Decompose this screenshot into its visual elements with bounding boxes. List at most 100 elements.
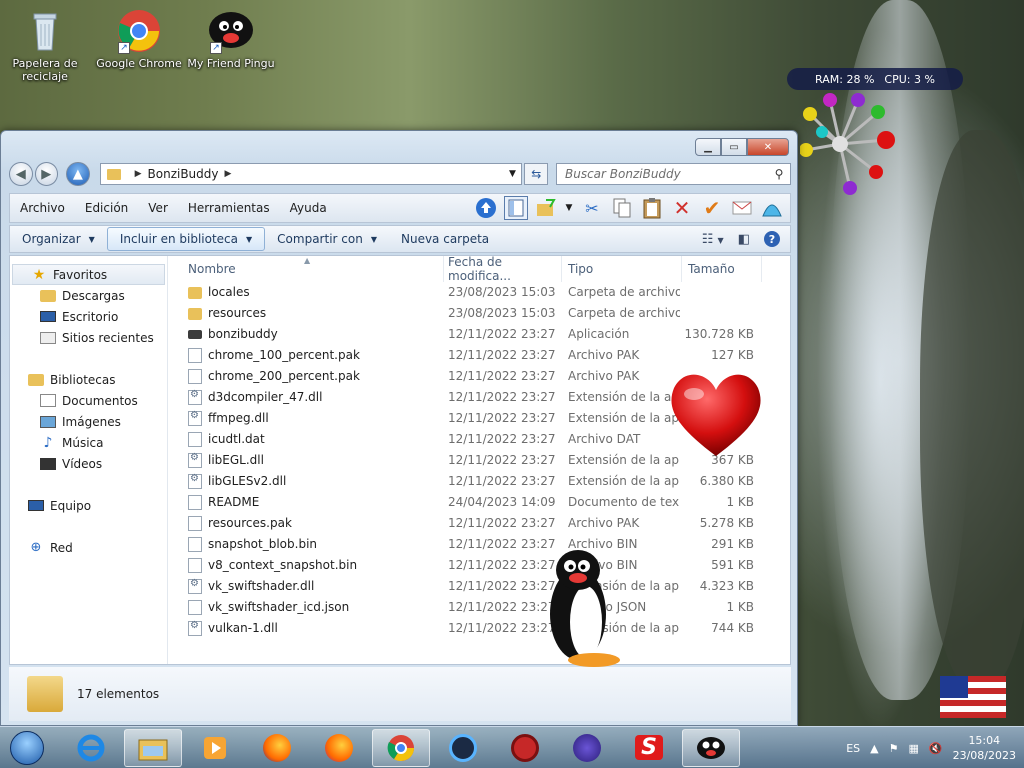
preview-pane-icon[interactable] bbox=[504, 196, 528, 220]
menu-bar: Archivo Edición Ver Herramientas Ayuda ▼… bbox=[9, 193, 791, 223]
new-folder-button[interactable]: Nueva carpeta bbox=[389, 227, 501, 251]
taskbar-ccleaner[interactable] bbox=[434, 729, 492, 767]
desktop-icon-my-friend-pingu[interactable]: ↗ My Friend Pingu bbox=[186, 8, 276, 70]
taskbar-firefox-2[interactable] bbox=[310, 729, 368, 767]
include-in-library-button[interactable]: Incluir en biblioteca ▼ bbox=[106, 227, 266, 251]
copy-icon[interactable] bbox=[610, 196, 634, 220]
file-row[interactable]: vk_swiftshader.dll12/11/2022 23:27Extens… bbox=[170, 576, 790, 597]
desktop-icon-label: Papelera de reciclaje bbox=[12, 57, 78, 83]
file-name: icudtl.dat bbox=[208, 432, 265, 446]
menu-archivo[interactable]: Archivo bbox=[10, 201, 75, 215]
nav-computer[interactable]: Equipo bbox=[10, 495, 167, 516]
minimize-button[interactable]: ▁ bbox=[695, 138, 721, 156]
preview-pane-toggle-icon[interactable]: ◧ bbox=[738, 232, 750, 247]
taskbar-app-red[interactable] bbox=[496, 729, 554, 767]
up-button[interactable]: ▲ bbox=[66, 162, 90, 186]
folder-options-icon[interactable] bbox=[534, 196, 558, 220]
nav-videos[interactable]: Vídeos bbox=[10, 453, 167, 474]
nav-music[interactable]: ♪ Música bbox=[10, 432, 167, 453]
menu-ayuda[interactable]: Ayuda bbox=[280, 201, 337, 215]
cut-icon[interactable]: ✂ bbox=[580, 196, 604, 220]
show-hidden-icons-icon[interactable]: ▲ bbox=[870, 742, 878, 755]
taskbar-internet-explorer[interactable] bbox=[62, 729, 120, 767]
email-icon[interactable] bbox=[730, 196, 754, 220]
breadcrumb-bonzibuddy[interactable]: BonziBuddy bbox=[148, 167, 219, 181]
column-date[interactable]: Fecha de modifica... bbox=[442, 255, 562, 283]
properties-check-icon[interactable]: ✔ bbox=[700, 196, 724, 220]
back-button[interactable]: ◀ bbox=[9, 162, 33, 186]
forward-button[interactable]: ▶ bbox=[34, 162, 59, 186]
search-input[interactable]: Buscar BonziBuddy ⚲ bbox=[555, 163, 792, 185]
language-indicator[interactable]: ES bbox=[846, 742, 860, 755]
clock[interactable]: 15:04 23/08/2023 bbox=[953, 733, 1016, 763]
address-bar[interactable]: ▶ BonziBuddy ▶ ▼ bbox=[99, 163, 523, 185]
network-icon[interactable]: ▦ bbox=[908, 742, 918, 755]
file-date: 12/11/2022 23:27 bbox=[448, 453, 556, 467]
file-date: 12/11/2022 23:27 bbox=[448, 432, 556, 446]
breadcrumb-chevron-icon[interactable]: ▶ bbox=[225, 169, 232, 179]
taskbar: S ES ▲ ⚑ ▦ 🔇 15:04 23/08/2023 bbox=[0, 726, 1024, 768]
folder-icon bbox=[27, 676, 63, 712]
search-placeholder: Buscar BonziBuddy bbox=[564, 167, 681, 181]
file-row[interactable]: libGLESv2.dll 12/11/2022 23:27 Extensión d… bbox=[170, 471, 790, 492]
column-type[interactable]: Tipo bbox=[562, 256, 682, 282]
pingu-icon bbox=[697, 736, 725, 759]
nav-documents[interactable]: Documentos bbox=[10, 390, 167, 411]
view-options-icon[interactable]: ☷ ▼ bbox=[702, 232, 724, 247]
file-row[interactable]: bonzibuddy 12/11/2022 23:27 Aplicación 130.… bbox=[170, 324, 790, 345]
file-row[interactable]: v8_context_snapshot.bin 12/11/2022 23:27 A… bbox=[170, 555, 790, 576]
file-file-icon bbox=[188, 516, 202, 531]
file-row[interactable]: locales 23/08/2023 15:03 Carpeta de archiv… bbox=[170, 282, 790, 303]
file-row[interactable]: README 24/04/2023 14:09 Documento de tex..… bbox=[170, 492, 790, 513]
start-button[interactable] bbox=[6, 727, 48, 768]
taskbar-media-player[interactable] bbox=[186, 729, 244, 767]
desktop-icon-google-chrome[interactable]: ↗ Google Chrome bbox=[94, 8, 184, 70]
view-controls: ☷ ▼ ◧ ? bbox=[702, 231, 790, 247]
menu-edicion[interactable]: Edición bbox=[75, 201, 138, 215]
system-monitor-gadget[interactable]: RAM: 28 % CPU: 3 % bbox=[787, 68, 963, 90]
nav-downloads[interactable]: Descargas bbox=[10, 285, 167, 306]
taskbar-file-explorer[interactable] bbox=[124, 728, 182, 767]
file-row[interactable]: vk_swiftshader_icd.json 12/11/2022 23:27 A… bbox=[170, 597, 790, 618]
volume-muted-icon[interactable]: 🔇 bbox=[929, 742, 943, 755]
nav-libraries[interactable]: Bibliotecas bbox=[10, 369, 167, 390]
taskbar-app-purple[interactable] bbox=[558, 729, 616, 767]
file-row[interactable]: vulkan-1.dll12/11/2022 23:27Extensión de… bbox=[170, 618, 790, 639]
taskbar-app-s[interactable]: S bbox=[620, 729, 678, 767]
refresh-button[interactable]: ⇆ bbox=[524, 163, 548, 185]
file-row[interactable]: chrome_100_percent.pak 12/11/2022 23:27 Ar… bbox=[170, 345, 790, 366]
nav-images[interactable]: Imágenes bbox=[10, 411, 167, 432]
close-button[interactable]: ✕ bbox=[747, 138, 789, 156]
nav-desktop[interactable]: Escritorio bbox=[10, 306, 167, 327]
menu-herramientas[interactable]: Herramientas bbox=[178, 201, 280, 215]
file-date: 24/04/2023 14:09 bbox=[448, 495, 556, 509]
dropdown-chevron-icon[interactable]: ▼ bbox=[564, 196, 574, 220]
file-row[interactable]: resources 23/08/2023 15:03 Carpeta de arch… bbox=[170, 303, 790, 324]
address-dropdown-icon[interactable]: ▼ bbox=[503, 169, 521, 179]
nav-network[interactable]: ⊕ Red bbox=[10, 537, 167, 558]
file-row[interactable]: snapshot_blob.bin 12/11/2022 23:27 Archivo… bbox=[170, 534, 790, 555]
column-size[interactable]: Tamaño bbox=[682, 256, 762, 282]
column-name[interactable]: Nombre bbox=[182, 256, 444, 282]
up-folder-icon[interactable] bbox=[474, 196, 498, 220]
taskbar-firefox-1[interactable] bbox=[248, 729, 306, 767]
back-arrow-icon: ◀ bbox=[15, 166, 26, 182]
help-icon[interactable]: ? bbox=[764, 231, 780, 247]
taskbar-chrome[interactable] bbox=[372, 728, 430, 767]
search-icon[interactable]: ⚲ bbox=[768, 167, 790, 181]
pingu-character-icon bbox=[550, 550, 620, 667]
organize-button[interactable]: Organizar ▼ bbox=[10, 227, 107, 251]
flag-action-center-icon[interactable]: ⚑ bbox=[889, 742, 899, 755]
taskbar-pingu[interactable] bbox=[682, 728, 740, 767]
delete-icon[interactable]: ✕ bbox=[670, 196, 694, 220]
file-row[interactable]: resources.pak 12/11/2022 23:27 Archivo PAK… bbox=[170, 513, 790, 534]
nav-favorites[interactable]: ★ Favoritos bbox=[12, 264, 165, 285]
shell-icon[interactable] bbox=[760, 196, 784, 220]
desktop-icon-recycle-bin[interactable]: Papelera de reciclaje bbox=[0, 8, 90, 83]
maximize-button[interactable]: ▭ bbox=[721, 138, 747, 156]
nav-recent-places[interactable]: Sitios recientes bbox=[10, 327, 167, 348]
paste-icon[interactable] bbox=[640, 196, 664, 220]
share-with-button[interactable]: Compartir con ▼ bbox=[265, 227, 389, 251]
firefox-icon bbox=[325, 733, 353, 762]
menu-ver[interactable]: Ver bbox=[138, 201, 178, 215]
